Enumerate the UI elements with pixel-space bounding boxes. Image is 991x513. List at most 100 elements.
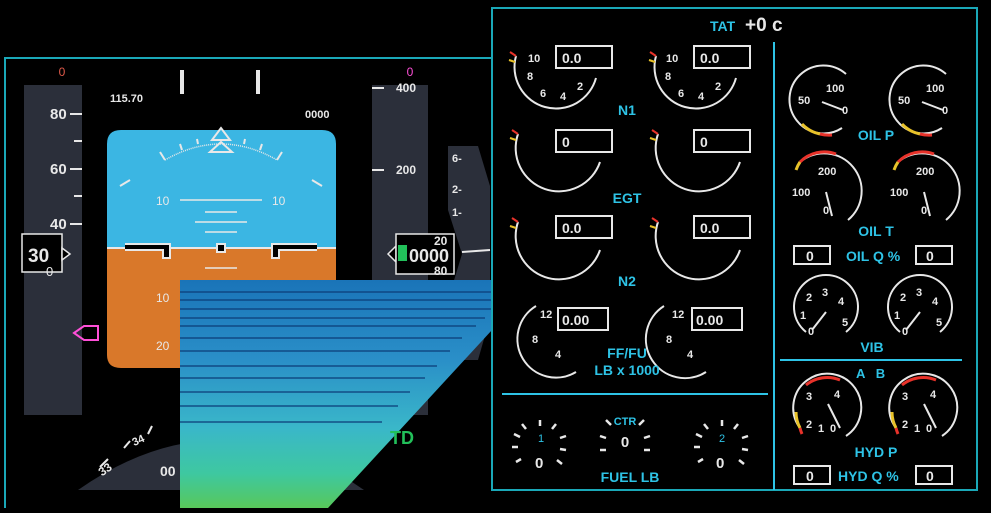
vib-scale: 2 (806, 292, 812, 304)
n1-left-value: 0.0 (562, 50, 582, 66)
glitch-overlay: TD (180, 280, 492, 508)
oil-qty-left-value: 0 (806, 248, 814, 264)
vib-scale: 5 (936, 317, 942, 329)
oilp-scale: 0 (942, 105, 948, 117)
n1-scale: 10 (666, 53, 678, 65)
oil-pressure-gauge-left: 50 100 0 (788, 64, 848, 137)
vib-scale: 5 (842, 317, 848, 329)
n1-scale: 8 (527, 71, 533, 83)
hyd-scale: 1 (914, 423, 920, 435)
fuel-ctr-value: 0 (621, 434, 629, 451)
n2-gauge-left: 0.0 (509, 215, 613, 281)
vib-scale: 1 (800, 310, 806, 322)
hyd-ab-labels: A B (856, 366, 885, 381)
n1-scale: 8 (665, 71, 671, 83)
ff-scale: 4 (555, 349, 562, 361)
oilp-scale: 50 (798, 95, 810, 107)
tat-label: TAT (710, 18, 736, 34)
oilt-scale: 0 (823, 205, 829, 217)
oil-temp-gauge-right: 200 100 0 (890, 150, 961, 221)
fuel-left-marker: 1 (538, 433, 544, 445)
hyd-pressure-gauge-left: 3 4 2 1 0 (792, 372, 863, 437)
heading-label: 34 (130, 432, 147, 448)
altitude-value-low: 80 (434, 264, 448, 278)
ff-label: FF/FU (607, 345, 647, 361)
altitude-value: 0000 (409, 246, 449, 266)
fuel-ctr-label: CTR (614, 416, 637, 428)
n2-gauge-right: 0.0 (649, 215, 751, 281)
egt-label: EGT (613, 190, 642, 206)
oil-pressure-gauge-right: 50 100 0 (888, 64, 948, 137)
egt-left-value: 0 (562, 134, 570, 150)
heading-label: 00 (160, 463, 176, 479)
vib-label: VIB (860, 339, 883, 355)
oilp-scale: 50 (898, 95, 910, 107)
n1-label: N1 (618, 102, 636, 118)
vib-scale: 1 (894, 310, 900, 322)
ff-units-label: LB x 1000 (594, 362, 660, 378)
n2-right-value: 0.0 (700, 220, 720, 236)
hyd-qty-right-value: 0 (926, 468, 934, 484)
egt-gauge-left: 0 (509, 129, 613, 193)
oilp-scale: 0 (842, 105, 848, 117)
hyd-scale: 0 (926, 423, 932, 435)
hyd-pressure-gauge-right: 3 4 2 1 0 (888, 372, 959, 437)
hyd-qty-label: HYD Q % (838, 468, 899, 484)
tat-value: +0 c (745, 15, 783, 36)
n1-gauge-left: 0.0 10 8 6 4 2 (508, 45, 613, 110)
altitude-tick-label: 200 (396, 163, 416, 177)
hyd-scale: 2 (806, 419, 812, 431)
oilp-scale: 100 (926, 83, 944, 95)
speed-tick-label: 40 (50, 216, 67, 233)
hyd-scale: 3 (902, 391, 908, 403)
altitude-top-readout: 0 (407, 65, 414, 79)
egt-right-value: 0 (700, 134, 708, 150)
hyd-scale: 0 (830, 423, 836, 435)
oilt-scale: 100 (890, 187, 908, 199)
ff-left-value: 0.00 (562, 312, 589, 328)
oilt-scale: 200 (818, 166, 836, 178)
oil-qty-label: OIL Q % (846, 248, 901, 264)
vib-scale: 4 (932, 296, 939, 308)
oilt-scale: 100 (792, 187, 810, 199)
n2-left-value: 0.0 (562, 220, 582, 236)
green-tail-text: TD (390, 428, 414, 448)
oilt-scale: 0 (921, 205, 927, 217)
speed-value-low: 0 (46, 264, 53, 279)
oilt-scale: 200 (916, 166, 934, 178)
fuel-label: FUEL LB (601, 469, 660, 485)
vsi-label: 1- (452, 207, 462, 219)
fuel-left-value: 0 (535, 455, 543, 472)
n1-scale: 4 (698, 91, 705, 103)
n2-label: N2 (618, 273, 636, 289)
ff-gauge-right: 0.00 12 8 4 (644, 305, 743, 380)
pitch-label: 10 (272, 194, 286, 208)
pitch-label: 20 (156, 339, 170, 353)
hyd-pressure-label: HYD P (855, 444, 898, 460)
vib-scale: 4 (838, 296, 845, 308)
fuel-right-value: 0 (716, 455, 724, 472)
marker-bar-right (256, 70, 260, 94)
ff-scale: 4 (687, 349, 694, 361)
hyd-qty-left-value: 0 (806, 468, 814, 484)
vib-scale: 3 (916, 287, 922, 299)
vsi-label: 6- (452, 153, 462, 165)
speed-top-readout: 0 (59, 65, 66, 79)
altitude-small: 20 (434, 234, 448, 248)
primary-flight-display: 0 80 60 40 30 0 115.70 0000 10 10 10 20 … (21, 65, 492, 508)
altitude-tick-label: 400 (396, 81, 416, 95)
nav-frequency: 115.70 (110, 93, 143, 105)
n1-scale: 2 (577, 81, 583, 93)
speed-tick-label: 80 (50, 106, 67, 123)
oilp-scale: 100 (826, 83, 844, 95)
hyd-scale: 4 (834, 389, 841, 401)
vib-scale: 3 (822, 287, 828, 299)
egt-gauge-right: 0 (649, 129, 751, 193)
ff-scale: 12 (540, 309, 552, 321)
altitude-readout-box: 0000 20 80 (386, 233, 455, 278)
marker-bar-left (180, 70, 184, 94)
oil-qty-right-value: 0 (926, 248, 934, 264)
vs-readout: 0000 (305, 109, 329, 121)
ff-scale: 12 (672, 309, 684, 321)
pitch-label: 10 (156, 291, 170, 305)
